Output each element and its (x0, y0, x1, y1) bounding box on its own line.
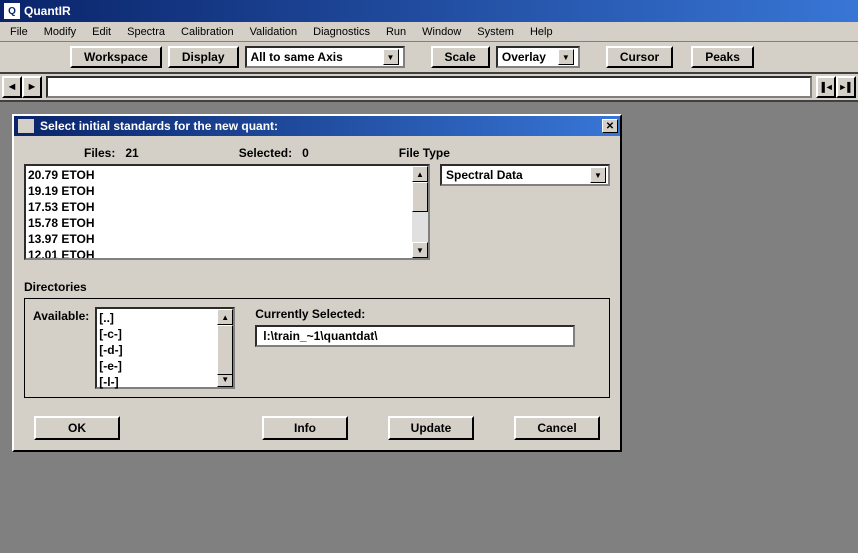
list-item[interactable]: [-l-] (99, 374, 215, 390)
window-title: QuantIR (24, 4, 71, 18)
app-icon: Q (4, 3, 20, 19)
directories-label: Directories (24, 280, 610, 294)
list-item[interactable]: 13.97 ETOH (28, 231, 410, 247)
scrollbar[interactable]: ▲ ▼ (412, 166, 428, 258)
select-standards-dialog: Select initial standards for the new qua… (12, 114, 622, 452)
menu-help[interactable]: Help (522, 24, 561, 40)
dialog-title: Select initial standards for the new qua… (40, 119, 602, 133)
dialog-icon (18, 119, 34, 133)
peaks-button[interactable]: Peaks (691, 46, 754, 68)
menu-calibration[interactable]: Calibration (173, 24, 242, 40)
scroll-thumb[interactable] (217, 325, 233, 375)
selected-label: Selected: (239, 146, 292, 160)
list-item[interactable]: [-c-] (99, 326, 215, 342)
overlay-select-value: Overlay (502, 50, 554, 64)
files-listbox[interactable]: 20.79 ETOH 19.19 ETOH 17.53 ETOH 15.78 E… (24, 164, 430, 260)
list-item[interactable]: 20.79 ETOH (28, 167, 410, 183)
close-icon: ✕ (606, 121, 614, 132)
nav-last-button[interactable]: ►▌ (836, 76, 856, 98)
menu-window[interactable]: Window (414, 24, 469, 40)
nav-row: ◄ ► ▐◄ ►▌ (0, 74, 858, 102)
nav-prev-button[interactable]: ◄ (2, 76, 22, 98)
list-item[interactable]: 19.19 ETOH (28, 183, 410, 199)
scrollbar[interactable]: ▲ ▼ (217, 309, 233, 387)
nav-next-button[interactable]: ► (22, 76, 42, 98)
list-item[interactable]: [-e-] (99, 358, 215, 374)
toolbar: Workspace Display All to same Axis ▼ Sca… (0, 42, 858, 74)
scale-button[interactable]: Scale (431, 46, 490, 68)
menu-validation[interactable]: Validation (242, 24, 306, 40)
menu-file[interactable]: File (2, 24, 36, 40)
list-item[interactable]: 12.01 ETOH (28, 247, 410, 258)
scroll-up-icon[interactable]: ▲ (412, 166, 428, 182)
update-button[interactable]: Update (388, 416, 474, 440)
ok-button[interactable]: OK (34, 416, 120, 440)
menubar: File Modify Edit Spectra Calibration Val… (0, 22, 858, 42)
current-path-field[interactable]: l:\train_~1\quantdat\ (255, 325, 575, 347)
filetype-value: Spectral Data (446, 168, 586, 182)
chevron-down-icon: ▼ (590, 167, 606, 183)
dialog-titlebar: Select initial standards for the new qua… (14, 116, 620, 136)
current-path-value: l:\train_~1\quantdat\ (263, 329, 377, 343)
list-item[interactable]: [-d-] (99, 342, 215, 358)
list-item[interactable]: [..] (99, 310, 215, 326)
available-label: Available: (33, 307, 89, 389)
files-count: 21 (125, 146, 138, 160)
nav-first-button[interactable]: ▐◄ (816, 76, 836, 98)
list-item[interactable]: 17.53 ETOH (28, 199, 410, 215)
chevron-down-icon: ▼ (558, 49, 574, 65)
nav-input[interactable] (46, 76, 812, 98)
workspace-button[interactable]: Workspace (70, 46, 162, 68)
menu-edit[interactable]: Edit (84, 24, 119, 40)
list-item[interactable]: 15.78 ETOH (28, 215, 410, 231)
menu-spectra[interactable]: Spectra (119, 24, 173, 40)
filetype-label: File Type (399, 146, 450, 160)
axis-select[interactable]: All to same Axis ▼ (245, 46, 405, 68)
files-label: Files: (84, 146, 115, 160)
chevron-down-icon: ▼ (383, 49, 399, 65)
scroll-thumb[interactable] (412, 182, 428, 212)
axis-select-value: All to same Axis (251, 50, 379, 64)
selected-count: 0 (302, 146, 309, 160)
info-button[interactable]: Info (262, 416, 348, 440)
scroll-down-icon[interactable]: ▼ (412, 242, 428, 258)
scroll-up-icon[interactable]: ▲ (217, 309, 233, 325)
menu-run[interactable]: Run (378, 24, 414, 40)
filetype-select[interactable]: Spectral Data ▼ (440, 164, 610, 186)
overlay-select[interactable]: Overlay ▼ (496, 46, 580, 68)
menu-system[interactable]: System (469, 24, 522, 40)
close-button[interactable]: ✕ (602, 119, 618, 133)
cancel-button[interactable]: Cancel (514, 416, 600, 440)
directories-panel: Available: [..] [-c-] [-d-] [-e-] [-l-] … (24, 298, 610, 398)
cursor-button[interactable]: Cursor (606, 46, 673, 68)
currently-selected-label: Currently Selected: (255, 307, 601, 321)
window-titlebar: Q QuantIR (0, 0, 858, 22)
menu-modify[interactable]: Modify (36, 24, 84, 40)
display-button[interactable]: Display (168, 46, 239, 68)
menu-diagnostics[interactable]: Diagnostics (305, 24, 378, 40)
workspace-area: Select initial standards for the new qua… (0, 102, 858, 464)
directories-listbox[interactable]: [..] [-c-] [-d-] [-e-] [-l-] ▲ ▼ (95, 307, 235, 389)
